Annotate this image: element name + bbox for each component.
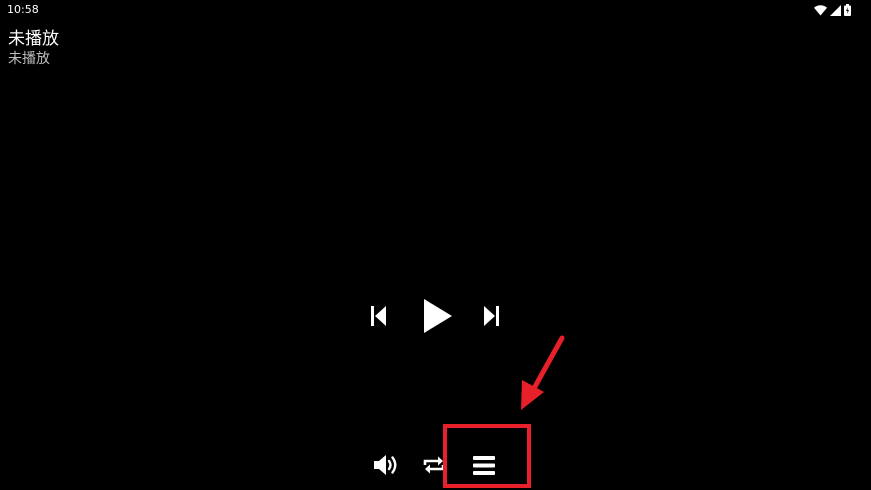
wifi-icon (814, 4, 827, 16)
play-button[interactable] (421, 298, 453, 334)
status-icons (814, 3, 851, 17)
cell-signal-icon (830, 4, 841, 16)
track-subtitle: 未播放 (8, 51, 50, 67)
next-button[interactable] (482, 305, 500, 327)
repeat-button[interactable] (422, 454, 446, 476)
next-icon (482, 305, 500, 327)
track-info: 未播放 未播放 (8, 29, 59, 68)
track-title: 未播放 (8, 29, 59, 49)
battery-icon (844, 4, 851, 16)
annotation-arrow-icon (521, 335, 565, 410)
previous-button[interactable] (370, 305, 388, 327)
status-bar: 10:58 (0, 0, 871, 20)
previous-icon (370, 305, 388, 327)
playlist-button[interactable] (472, 455, 496, 477)
repeat-icon (422, 454, 446, 476)
status-time: 10:58 (7, 3, 39, 16)
playlist-icon (472, 455, 496, 477)
volume-button[interactable] (373, 453, 401, 477)
play-icon (421, 298, 453, 334)
volume-icon (373, 453, 401, 477)
